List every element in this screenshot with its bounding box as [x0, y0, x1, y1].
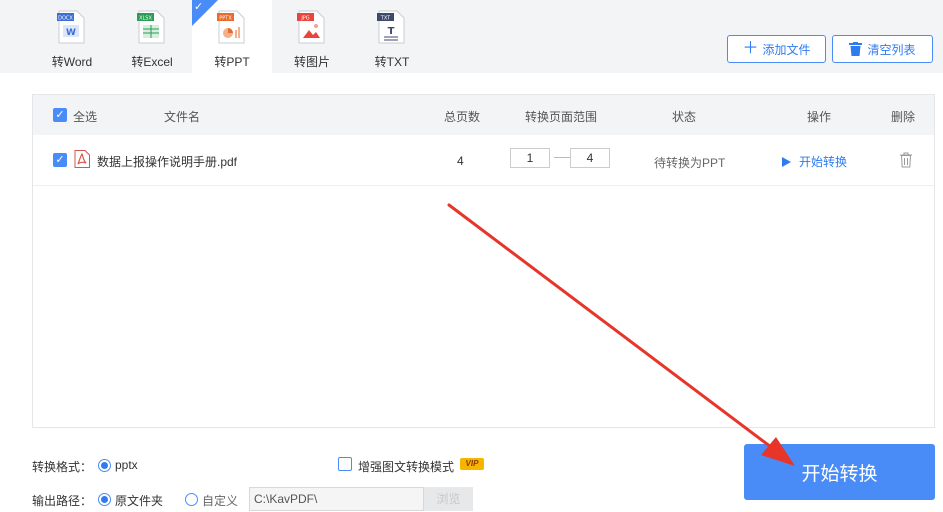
- row-status: 待转换为PPT: [654, 156, 726, 170]
- add-file-label: 添加文件: [762, 42, 811, 57]
- tab-word[interactable]: DOCX W 转Word: [32, 0, 112, 73]
- tab-image[interactable]: JPG 转图片: [272, 0, 352, 73]
- ppt-file-icon: PPTX: [217, 10, 245, 44]
- header-page-range: 转换页面范围: [525, 110, 598, 124]
- svg-text:XLSX: XLSX: [139, 16, 152, 22]
- header-total-pages: 总页数: [444, 110, 481, 124]
- trash-icon: [849, 42, 863, 56]
- enhance-mode-checkbox[interactable]: [338, 457, 352, 471]
- txt-file-icon: TXT T: [377, 10, 405, 44]
- format-pptx-label: pptx: [115, 458, 138, 472]
- select-all-checkbox[interactable]: ✓: [53, 108, 67, 122]
- output-custom-radio[interactable]: [185, 493, 198, 506]
- tab-image-label: 转图片: [293, 55, 330, 69]
- row-action-label: 开始转换: [799, 155, 848, 169]
- table-header: ✓ 全选 文件名 总页数 转换页面范围 状态 操作 删除: [33, 95, 934, 135]
- tab-word-label: 转Word: [51, 55, 93, 69]
- format-label: 转换格式：: [32, 460, 93, 474]
- tab-txt-label: 转TXT: [374, 55, 410, 69]
- tab-txt[interactable]: TXT T 转TXT: [352, 0, 432, 73]
- row-total-pages: 4: [457, 154, 464, 168]
- conversion-tab-bar: DOCX W 转Word XLSX 转Excel ✓ PPTX 转PPT JPG…: [0, 0, 943, 73]
- row-start-convert-link[interactable]: 开始转换: [782, 153, 847, 170]
- output-custom-label: 自定义: [202, 494, 239, 508]
- svg-text:PPTX: PPTX: [219, 16, 232, 22]
- header-delete: 删除: [891, 110, 916, 124]
- enhance-mode-label: 增强图文转换模式: [358, 460, 455, 474]
- output-source-label: 原文件夹: [115, 494, 164, 508]
- header-filename: 文件名: [164, 110, 201, 124]
- row-checkbox[interactable]: ✓: [53, 153, 67, 167]
- svg-text:JPG: JPG: [300, 16, 309, 22]
- play-icon: [782, 156, 791, 167]
- header-status: 状态: [672, 110, 697, 124]
- plus-icon: ＋: [742, 40, 759, 57]
- output-path-label: 输出路径：: [32, 494, 93, 508]
- start-convert-button[interactable]: 开始转换: [744, 444, 935, 500]
- range-to-input[interactable]: 4: [570, 148, 610, 168]
- output-source-radio[interactable]: [98, 493, 111, 506]
- header-select-all: 全选: [73, 110, 98, 124]
- row-filename: 数据上报操作说明手册.pdf: [97, 155, 238, 169]
- table-row: ✓ 数据上报操作说明手册.pdf 4 1 4 待转换为PPT 开始转换: [33, 135, 934, 186]
- tab-ppt[interactable]: ✓ PPTX 转PPT: [192, 0, 272, 73]
- output-path-field[interactable]: C:\KavPDF\: [249, 487, 424, 511]
- tab-ppt-label: 转PPT: [214, 55, 250, 69]
- svg-text:W: W: [66, 28, 76, 38]
- range-from-input[interactable]: 1: [510, 148, 550, 168]
- image-file-icon: JPG: [297, 10, 325, 44]
- pdf-file-icon: [74, 150, 90, 168]
- tab-excel-label: 转Excel: [131, 55, 173, 69]
- clear-list-button[interactable]: 清空列表: [832, 35, 933, 63]
- svg-text:DOCX: DOCX: [58, 16, 73, 22]
- svg-text:T: T: [388, 26, 395, 37]
- add-file-button[interactable]: ＋ 添加文件: [727, 35, 826, 63]
- file-list-panel: ✓ 全选 文件名 总页数 转换页面范围 状态 操作 删除 ✓ 数据上报操作说明手…: [32, 94, 935, 428]
- header-action: 操作: [807, 110, 832, 124]
- word-file-icon: DOCX W: [57, 10, 85, 44]
- browse-button[interactable]: 浏览: [424, 487, 473, 511]
- clear-list-label: 清空列表: [867, 42, 916, 57]
- format-pptx-radio[interactable]: [98, 459, 111, 472]
- delete-row-icon[interactable]: [899, 152, 913, 168]
- check-icon: ✓: [194, 1, 204, 13]
- svg-text:TXT: TXT: [380, 16, 391, 22]
- tab-excel[interactable]: XLSX 转Excel: [112, 0, 192, 73]
- excel-file-icon: XLSX: [137, 10, 165, 44]
- vip-badge: VIP: [460, 458, 484, 470]
